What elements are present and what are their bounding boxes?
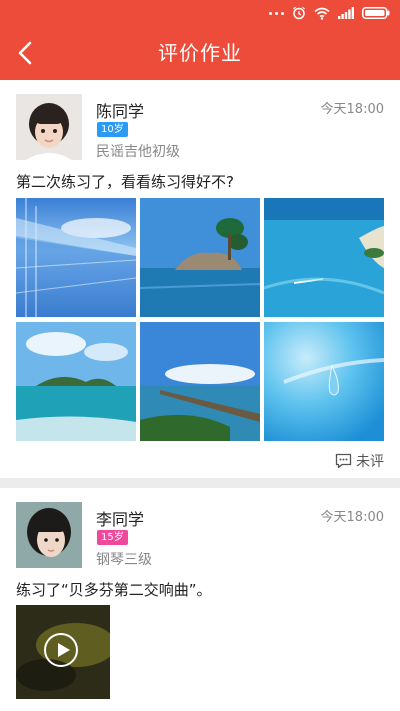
- age-badge: 15岁: [97, 530, 128, 545]
- avatar[interactable]: [16, 502, 82, 568]
- course-level: 民谣吉他初级: [96, 144, 180, 160]
- status-bar: [0, 0, 400, 26]
- post-message: 练习了“贝多芬第二交响曲”。: [16, 581, 212, 599]
- student-name: 陈同学: [96, 102, 145, 121]
- pier-photo[interactable]: [140, 322, 260, 441]
- student-name: 李同学: [96, 510, 145, 529]
- video-thumbnail[interactable]: [16, 605, 110, 699]
- course-level: 钢琴三级: [96, 552, 152, 568]
- homework-card[interactable]: 李同学 15岁 钢琴三级 今天18:00 练习了“贝多芬第二交响曲”。: [0, 488, 400, 711]
- rocky-islet-photo[interactable]: [140, 198, 260, 317]
- post-message: 第二次练习了，看看练习得好不?: [16, 173, 234, 191]
- page-title: 评价作业: [158, 41, 242, 65]
- post-time: 今天18:00: [320, 102, 384, 117]
- more-dots-icon: [269, 11, 284, 15]
- wifi-icon: [314, 7, 330, 20]
- post-time: 今天18:00: [320, 510, 384, 525]
- age-badge: 10岁: [97, 122, 128, 137]
- water-drop-photo[interactable]: [264, 322, 384, 441]
- app-header: 评价作业: [0, 0, 400, 80]
- avatar[interactable]: [16, 94, 82, 160]
- nav-bar: 评价作业: [0, 26, 400, 80]
- comment-icon: [335, 453, 352, 469]
- alarm-icon: [293, 6, 305, 20]
- homework-card[interactable]: 陈同学 10岁 民谣吉他初级 今天18:00 第二次练习了，看看练习得好不? 未…: [0, 80, 400, 478]
- signal-icon: [338, 7, 354, 19]
- island-sea-photo[interactable]: [16, 322, 136, 441]
- beach-aerial-photo[interactable]: [264, 198, 384, 317]
- evaluation-status-label: 未评: [356, 454, 384, 470]
- play-icon[interactable]: [44, 633, 78, 667]
- photo-grid: [16, 198, 384, 441]
- battery-icon: [362, 7, 390, 19]
- evaluate-button[interactable]: 未评: [335, 451, 384, 471]
- glass-walkway-photo[interactable]: [16, 198, 136, 317]
